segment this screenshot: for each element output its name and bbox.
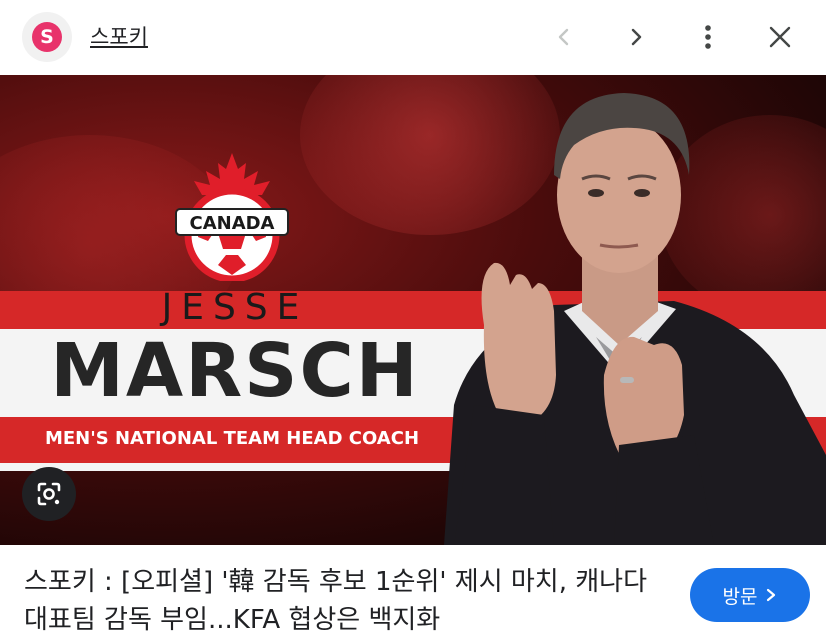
- canada-soccer-crest: CANADA: [175, 153, 289, 281]
- coach-photo: [444, 93, 826, 545]
- lens-search-icon: [37, 482, 61, 506]
- previous-button[interactable]: [544, 18, 584, 56]
- more-vert-icon: [705, 25, 711, 49]
- coach-last-name: MARSCH: [50, 328, 420, 414]
- coach-role: MEN'S NATIONAL TEAM HEAD COACH: [44, 428, 420, 449]
- next-button[interactable]: [616, 18, 656, 56]
- chevron-right-icon: [767, 588, 776, 602]
- viewer-header: S 스포키: [0, 0, 826, 75]
- crest-text: CANADA: [189, 213, 274, 234]
- chevron-right-icon: [631, 28, 642, 46]
- site-logo[interactable]: S: [22, 12, 72, 62]
- close-icon: [769, 26, 791, 48]
- preview-image[interactable]: CANADA JESSE MARSCH MEN'S NATIONAL TEAM …: [0, 75, 826, 545]
- site-name-link[interactable]: 스포키: [90, 21, 148, 51]
- visit-button[interactable]: 방문: [690, 568, 810, 622]
- result-title[interactable]: 스포키 : [오피셜] '韓 감독 후보 1순위' 제시 마치, 캐나다 대표팀…: [24, 563, 674, 639]
- more-options-button[interactable]: [688, 18, 728, 56]
- close-button[interactable]: [760, 18, 800, 56]
- coach-first-name: JESSE: [161, 287, 309, 328]
- chevron-left-icon: [558, 28, 569, 46]
- visit-button-label: 방문: [722, 585, 758, 608]
- site-logo-letter: S: [32, 22, 62, 52]
- lens-search-button[interactable]: [22, 467, 76, 521]
